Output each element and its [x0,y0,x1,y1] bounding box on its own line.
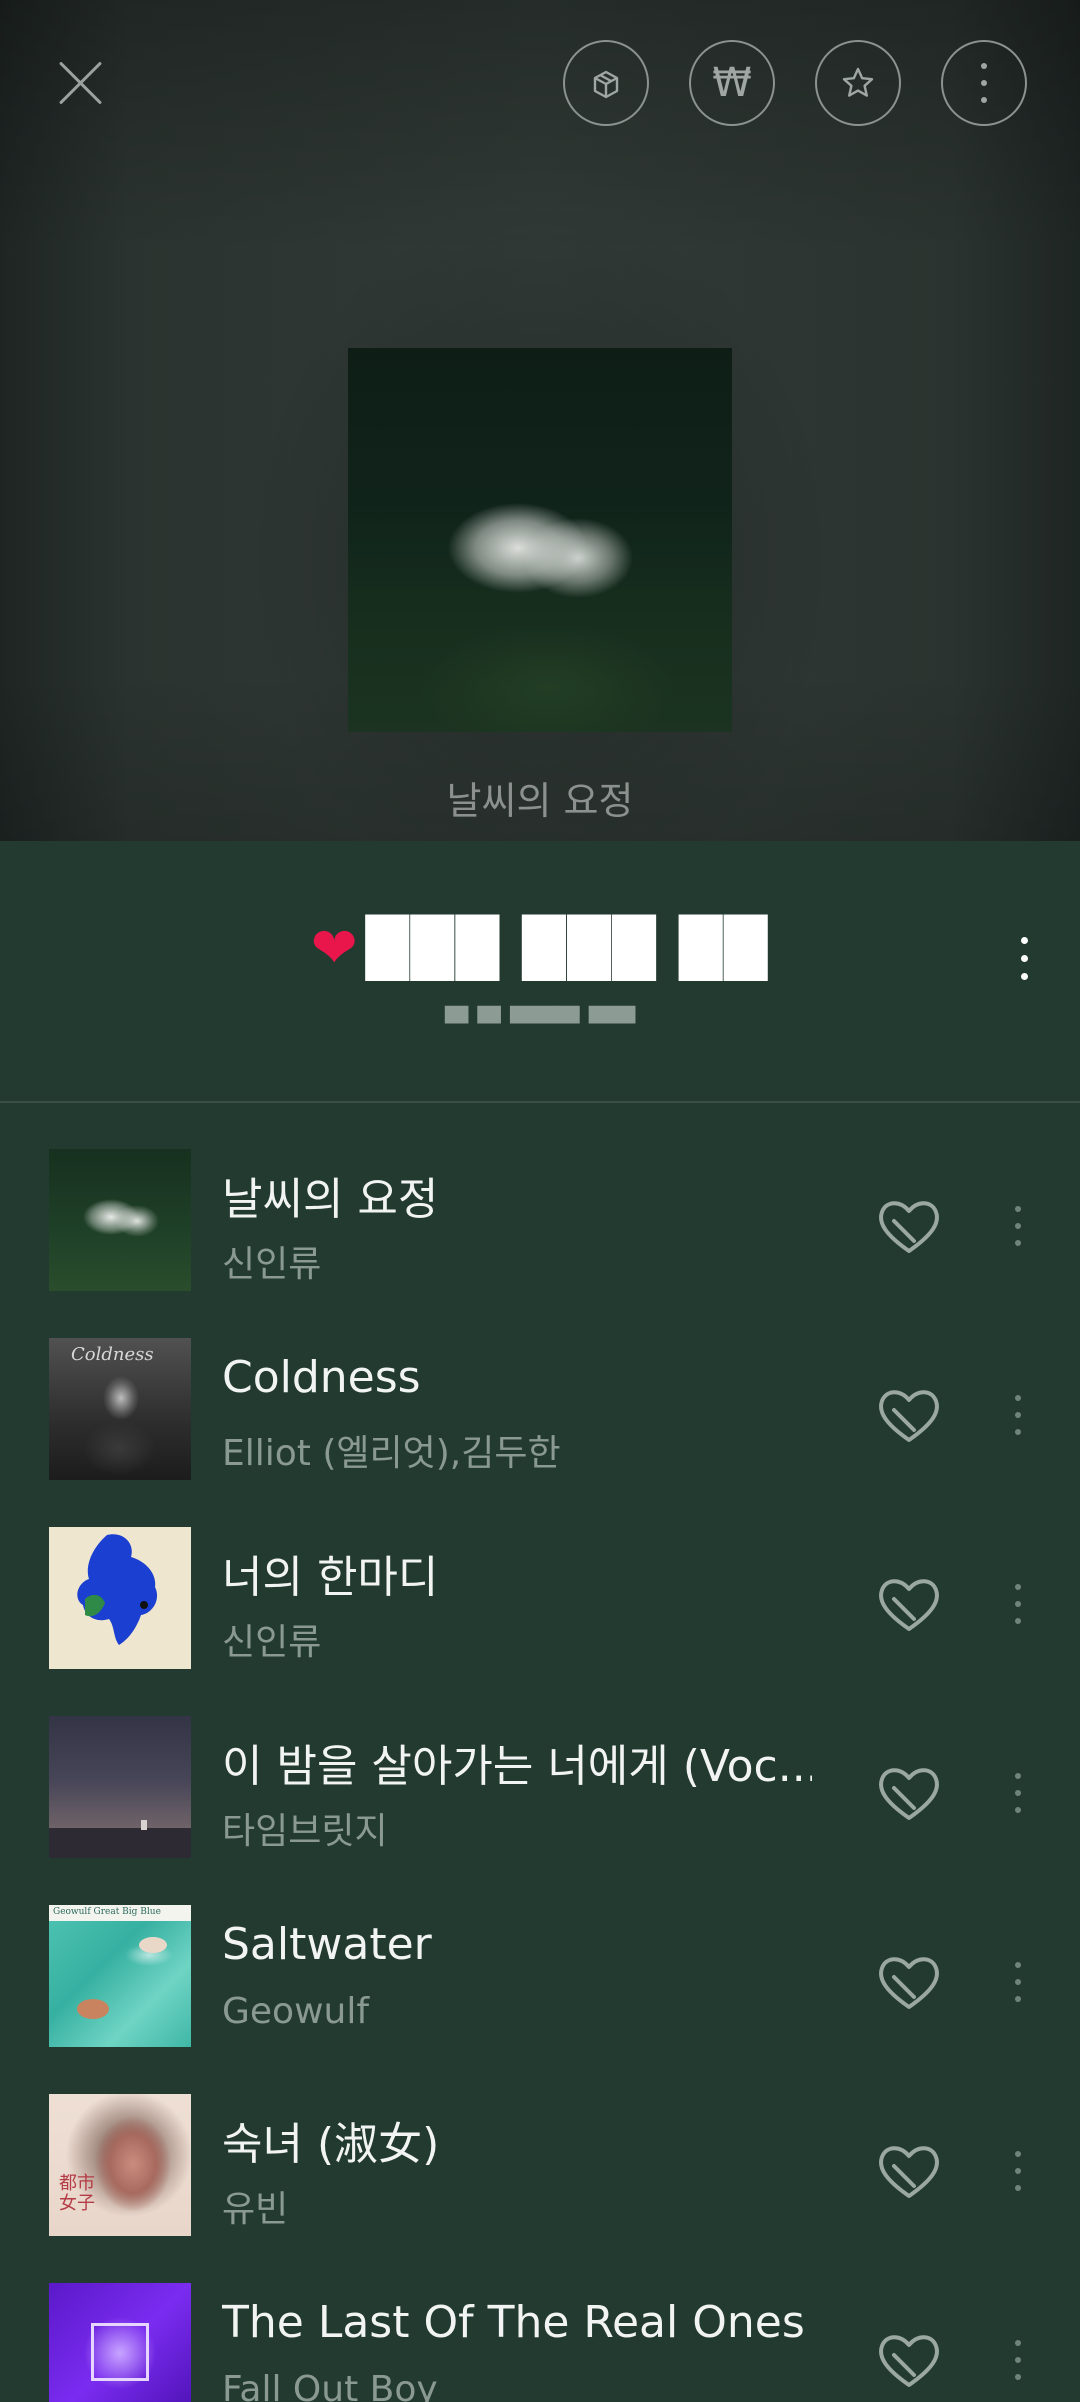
track-list: 날씨의 요정 신인류 Coldness Coldness Elliot (엘리엇… [0,1103,1080,2402]
like-heart-icon[interactable] [874,1760,944,1826]
track-thumbnail [49,1527,191,1669]
playlist-more-icon[interactable] [1004,923,1044,993]
track-more-icon[interactable] [1000,1382,1036,1448]
track-artist: 타임브릿지 [222,1811,388,1852]
gift-box-icon [593,70,619,99]
won-icon: ₩ [712,60,752,106]
track-title: 너의 한마디 [222,1552,439,1603]
purchase-button[interactable]: ₩ [689,40,775,126]
more-options-button[interactable] [941,40,1027,126]
like-heart-icon[interactable] [874,1193,944,1259]
track-row[interactable]: 너의 한마디 신인류 [0,1481,1080,1670]
thumbnail-caption: Coldness [71,1344,154,1365]
track-title: 숙녀 (淑女) [222,2119,440,2170]
like-heart-icon[interactable] [874,1571,944,1637]
like-heart-icon[interactable] [874,1382,944,1448]
player-screen: ₩ 날씨의 요정 ❤ ███ ███ ██ ▄ ▄ ▄▄▄ ▄▄ 날씨의 요정 … [0,0,1080,2402]
like-heart-icon[interactable] [874,1949,944,2015]
close-icon[interactable] [50,52,110,112]
track-thumbnail [49,2283,191,2402]
track-more-icon[interactable] [1000,2138,1036,2204]
now-playing-area: ₩ 날씨의 요정 [0,0,1080,841]
track-row[interactable]: The Last Of The Real Ones Fall Out Boy [0,2237,1080,2402]
track-title: 이 밤을 살아가는 너에게 (Voc... [222,1741,812,1792]
more-vertical-icon [981,63,987,103]
track-title: The Last Of The Real Ones [222,2297,805,2348]
track-thumbnail: 都市 女子 [49,2094,191,2236]
track-row[interactable]: Coldness Coldness Elliot (엘리엇),김두한 [0,1292,1080,1481]
track-row[interactable]: 날씨의 요정 신인류 [0,1103,1080,1292]
track-thumbnail: Geowulf Great Big Blue [49,1905,191,2047]
track-title: 날씨의 요정 [222,1174,439,1225]
track-artist: 신인류 [222,1244,322,1285]
track-more-icon[interactable] [1000,2327,1036,2393]
track-artist: Geowulf [222,1991,370,2032]
playlist-header: ❤ ███ ███ ██ ▄ ▄ ▄▄▄ ▄▄ [0,841,1080,1103]
heart-icon: ❤ [310,916,360,981]
playlist-subtitle: ▄ ▄ ▄▄▄ ▄▄ [444,989,636,1024]
track-artist: 유빈 [222,2189,289,2230]
track-title: Coldness [222,1352,421,1403]
track-artist: 신인류 [222,1622,322,1663]
track-row[interactable]: 都市 女子 숙녀 (淑女) 유빈 [0,2048,1080,2237]
track-thumbnail [49,1149,191,1291]
track-more-icon[interactable] [1000,1760,1036,1826]
track-thumbnail: Coldness [49,1338,191,1480]
now-playing-title: 날씨의 요정 [446,779,634,823]
track-more-icon[interactable] [1000,1949,1036,2015]
playlist-title-text: ███ ███ ██ [365,916,770,981]
album-cover [348,348,732,732]
track-title: Saltwater [222,1919,432,1970]
like-heart-icon[interactable] [874,2327,944,2393]
track-row[interactable]: 이 밤을 살아가는 너에게 (Voc... 타임브릿지 [0,1670,1080,1859]
thumbnail-caption: 都市 女子 [59,2173,95,2214]
track-artist: Fall Out Boy [222,2369,438,2402]
star-icon [842,67,874,97]
track-more-icon[interactable] [1000,1571,1036,1637]
playlist-title: ❤ ███ ███ ██ [0,916,1080,981]
track-more-icon[interactable] [1000,1193,1036,1259]
track-row[interactable]: Geowulf Great Big Blue Saltwater Geowulf [0,1859,1080,2048]
gift-button[interactable] [563,40,649,126]
favorite-button[interactable] [815,40,901,126]
track-thumbnail [49,1716,191,1858]
track-artist: Elliot (엘리엇),김두한 [222,1433,561,1474]
like-heart-icon[interactable] [874,2138,944,2204]
thumbnail-frame [91,2323,149,2381]
